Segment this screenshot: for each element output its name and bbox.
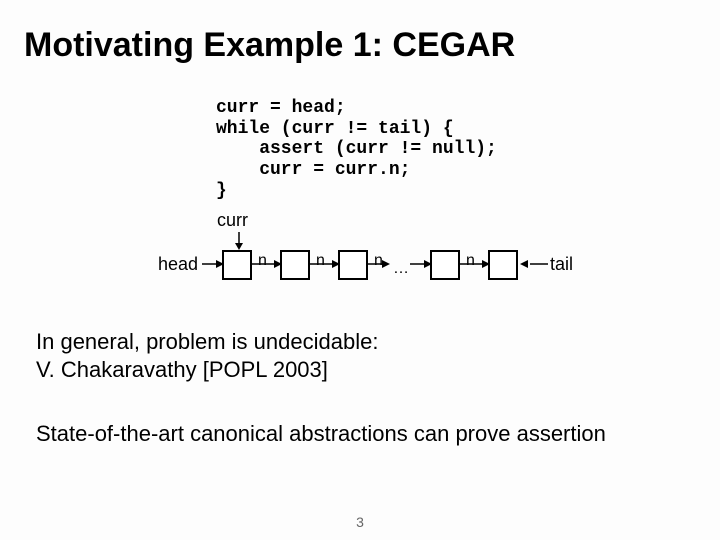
arrow-icon	[460, 258, 490, 270]
tail-label: tail	[550, 254, 573, 275]
arrow-icon	[410, 258, 432, 270]
arrow-icon	[202, 258, 224, 270]
slide-number: 3	[356, 514, 364, 530]
code-block: curr = head; while (curr != tail) { asse…	[216, 98, 497, 201]
node-box	[338, 250, 368, 280]
curr-label: curr	[217, 210, 248, 231]
node-box	[280, 250, 310, 280]
ellipsis: …	[393, 260, 409, 278]
node-box	[430, 250, 460, 280]
arrow-icon	[310, 258, 340, 270]
paragraph-state-of-art: State-of-the-art canonical abstractions …	[36, 420, 686, 448]
text-line: V. Chakaravathy [POPL 2003]	[36, 357, 328, 382]
arrow-icon	[368, 258, 390, 270]
node-box	[488, 250, 518, 280]
text-line: In general, problem is undecidable:	[36, 329, 378, 354]
curr-arrow-icon	[234, 232, 244, 250]
slide-title: Motivating Example 1: CEGAR	[24, 26, 515, 65]
paragraph-undecidable: In general, problem is undecidable: V. C…	[36, 328, 378, 383]
linked-list-diagram: curr head n n n … n tail	[158, 210, 598, 300]
arrow-icon	[520, 258, 548, 270]
node-box	[222, 250, 252, 280]
arrow-icon	[252, 258, 282, 270]
head-label: head	[158, 254, 198, 275]
